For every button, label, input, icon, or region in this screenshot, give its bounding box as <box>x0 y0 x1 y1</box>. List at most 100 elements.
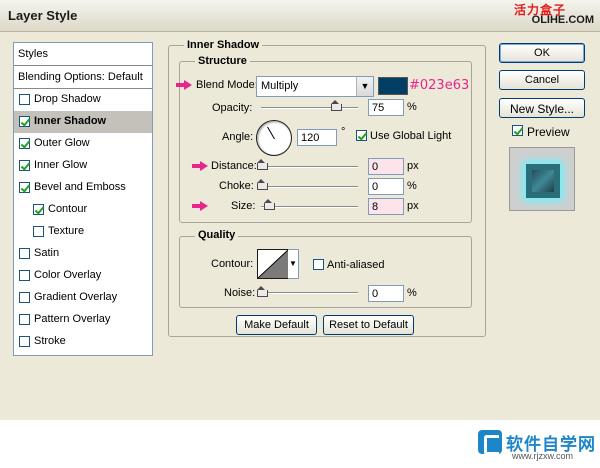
styles-item-label: Satin <box>34 247 60 259</box>
choke-unit: % <box>407 180 417 192</box>
contour-dropdown[interactable]: ▼ <box>288 249 299 279</box>
styles-item-label: Outer Glow <box>34 137 90 149</box>
choke-slider-track[interactable] <box>261 186 358 188</box>
size-slider-thumb[interactable] <box>264 199 275 210</box>
quality-group <box>179 236 472 308</box>
noise-label: Noise: <box>224 287 256 299</box>
styles-item-checkbox[interactable] <box>19 94 30 105</box>
reset-default-button[interactable]: Reset to Default <box>323 315 414 335</box>
blend-mode-label: Blend Mode: <box>196 79 258 91</box>
opacity-slider-thumb[interactable] <box>331 100 342 111</box>
color-hex-note: #023e63 <box>409 78 470 93</box>
noise-input[interactable]: 0 <box>368 285 404 302</box>
styles-header[interactable]: Styles <box>14 43 152 66</box>
size-slider-track[interactable] <box>261 206 358 208</box>
blend-mode-select[interactable]: Multiply ▼ <box>256 76 374 97</box>
styles-item-checkbox[interactable] <box>33 226 44 237</box>
styles-item-checkbox[interactable] <box>19 292 30 303</box>
anti-aliased-checkbox[interactable] <box>313 259 324 270</box>
inner-shadow-title: Inner Shadow <box>184 39 263 51</box>
choke-input[interactable]: 0 <box>368 178 404 195</box>
styles-item-label: Stroke <box>34 335 66 347</box>
styles-item-bevel-and-emboss[interactable]: Bevel and Emboss <box>14 177 152 199</box>
quality-title: Quality <box>195 229 239 241</box>
blend-mode-value: Multiply <box>261 80 299 92</box>
styles-item-color-overlay[interactable]: Color Overlay <box>14 265 152 287</box>
styles-item-inner-glow[interactable]: Inner Glow <box>14 155 152 177</box>
styles-item-gradient-overlay[interactable]: Gradient Overlay <box>14 287 152 309</box>
global-light-checkbox[interactable] <box>356 130 367 141</box>
styles-item-checkbox[interactable] <box>19 336 30 347</box>
styles-item-checkbox[interactable] <box>33 204 44 215</box>
angle-dial[interactable] <box>256 120 292 156</box>
ok-button[interactable]: OK <box>499 43 585 63</box>
site-logo: 软件自学网 www.rjzxw.com <box>478 430 595 461</box>
structure-title: Structure <box>195 55 250 67</box>
styles-item-label: Contour <box>48 203 88 215</box>
dialog-title: Layer Style <box>8 8 78 23</box>
opacity-label: Opacity: <box>212 102 253 114</box>
styles-item-checkbox[interactable] <box>19 248 30 259</box>
style-preview <box>509 147 575 211</box>
styles-item-checkbox[interactable] <box>19 116 30 127</box>
angle-label: Angle: <box>222 131 254 143</box>
size-unit: px <box>407 200 419 212</box>
styles-item-stroke[interactable]: Stroke <box>14 331 152 353</box>
blending-options[interactable]: Blending Options: Default <box>14 66 152 89</box>
cancel-button[interactable]: Cancel <box>499 70 585 90</box>
noise-slider-thumb[interactable] <box>257 286 268 297</box>
styles-item-label: Inner Glow <box>34 159 88 171</box>
styles-item-label: Pattern Overlay <box>34 313 111 325</box>
preview-thumbnail-icon <box>526 164 560 198</box>
distance-label: Distance: <box>211 160 257 172</box>
opacity-slider-track[interactable] <box>261 107 358 109</box>
styles-item-label: Color Overlay <box>34 269 102 281</box>
size-input[interactable]: 8 <box>368 198 404 215</box>
preview-label[interactable]: Preview <box>527 125 570 139</box>
styles-item-pattern-overlay[interactable]: Pattern Overlay <box>14 309 152 331</box>
styles-item-drop-shadow[interactable]: Drop Shadow <box>14 89 152 111</box>
chevron-down-icon[interactable]: ▼ <box>356 77 373 96</box>
opacity-unit: % <box>407 101 417 113</box>
pink-arrow-blend <box>176 80 192 90</box>
pink-arrow-distance <box>192 161 208 171</box>
new-style-button[interactable]: New Style... <box>499 98 585 118</box>
styles-item-checkbox[interactable] <box>19 182 30 193</box>
global-light-label[interactable]: Use Global Light <box>370 130 451 142</box>
watermark-en: OLIHE.COM <box>531 14 594 26</box>
styles-item-label: Gradient Overlay <box>34 291 118 303</box>
distance-input[interactable]: 0 <box>368 158 404 175</box>
layer-style-dialog: Layer Style 活力盒子 OLIHE.COM Styles Blendi… <box>0 0 600 420</box>
styles-list: Styles Blending Options: Default Drop Sh… <box>13 42 153 356</box>
make-default-button[interactable]: Make Default <box>236 315 317 335</box>
choke-slider-thumb[interactable] <box>257 179 268 190</box>
anti-aliased-label[interactable]: Anti-aliased <box>327 259 384 271</box>
preview-checkbox[interactable] <box>512 125 523 136</box>
distance-slider-thumb[interactable] <box>257 159 268 170</box>
rj-logo-icon <box>478 430 502 455</box>
styles-item-satin[interactable]: Satin <box>14 243 152 265</box>
contour-curve-icon <box>257 249 289 279</box>
shadow-color-swatch[interactable] <box>378 77 408 95</box>
styles-item-outer-glow[interactable]: Outer Glow <box>14 133 152 155</box>
angle-dial-hand <box>267 126 275 140</box>
contour-label: Contour: <box>211 258 254 270</box>
styles-item-contour[interactable]: Contour <box>14 199 152 221</box>
styles-item-checkbox[interactable] <box>19 160 30 171</box>
styles-item-texture[interactable]: Texture <box>14 221 152 243</box>
styles-item-label: Bevel and Emboss <box>34 181 126 193</box>
styles-item-checkbox[interactable] <box>19 270 30 281</box>
styles-item-checkbox[interactable] <box>19 138 30 149</box>
noise-slider-track[interactable] <box>261 292 358 294</box>
styles-item-inner-shadow[interactable]: Inner Shadow <box>14 111 152 133</box>
contour-picker[interactable] <box>257 249 289 279</box>
styles-item-checkbox[interactable] <box>19 314 30 325</box>
distance-slider-track[interactable] <box>261 166 358 168</box>
size-label: Size: <box>231 200 256 212</box>
angle-input[interactable]: 120 <box>297 129 337 146</box>
opacity-input[interactable]: 75 <box>368 99 404 116</box>
title-bar[interactable]: Layer Style 活力盒子 OLIHE.COM <box>0 0 600 32</box>
styles-item-label: Texture <box>48 225 85 237</box>
styles-item-label: Drop Shadow <box>34 93 101 105</box>
chevron-down-icon[interactable]: ▼ <box>289 259 297 268</box>
